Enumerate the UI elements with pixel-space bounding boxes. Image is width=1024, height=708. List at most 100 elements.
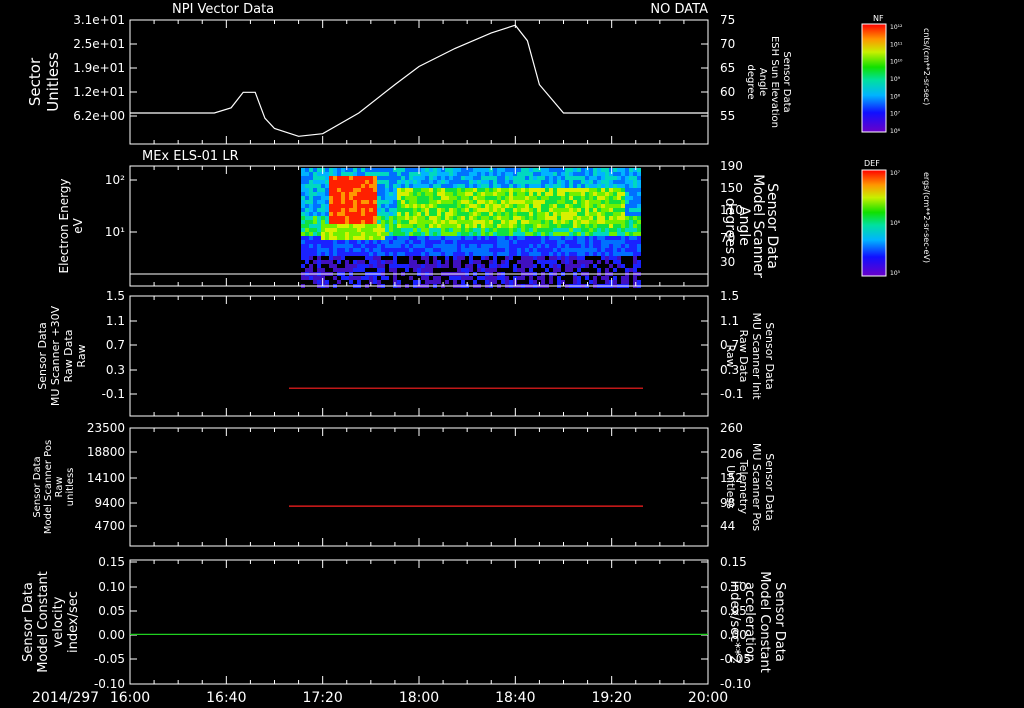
spectrogram-cell [381, 188, 385, 192]
spectrogram-cell [377, 244, 381, 248]
colorbar-gradient [861, 169, 887, 277]
spectrogram-cell [409, 192, 413, 196]
spectrogram-cell [329, 172, 333, 176]
x-tick-label: 16:00 [110, 690, 150, 706]
spectrogram-cell [473, 200, 477, 204]
spectrogram-cell [361, 248, 365, 252]
spectrogram-cell [525, 256, 529, 260]
spectrogram-cell [545, 268, 549, 272]
spectrogram-cell [581, 264, 585, 268]
spectrogram-cell [365, 204, 369, 208]
spectrogram-cell [481, 276, 485, 280]
spectrogram-cell [397, 232, 401, 236]
spectrogram-cell [405, 184, 409, 188]
spectrogram-cell [309, 228, 313, 232]
spectrogram-cell [549, 204, 553, 208]
spectrogram-cell [625, 180, 629, 184]
spectrogram-cell [573, 276, 577, 280]
spectrogram-cell [301, 200, 305, 204]
spectrogram-cell [309, 184, 313, 188]
spectrogram-cell [557, 252, 561, 256]
spectrogram-cell [589, 212, 593, 216]
y-ticks: 1.51.10.70.3-0.11.51.10.70.3-0.1 [102, 289, 743, 416]
spectrogram-cell [525, 176, 529, 180]
spectrogram-cell [405, 172, 409, 176]
spectrogram-cell [573, 232, 577, 236]
spectrogram-cell [353, 204, 357, 208]
spectrogram-cell [413, 208, 417, 212]
spectrogram-cell [385, 260, 389, 264]
colorbar-tick-label: 10⁷ [890, 111, 901, 118]
spectrogram-cell [509, 232, 513, 236]
spectrogram-cell [477, 260, 481, 264]
spectrogram-cell [525, 204, 529, 208]
y-tick-label: 0.10 [98, 580, 125, 594]
spectrogram-cell [577, 276, 581, 280]
spectrogram-cell [389, 220, 393, 224]
spectrogram-cell [397, 168, 401, 172]
spectrogram-cell [533, 236, 537, 240]
spectrogram-cell [321, 244, 325, 248]
spectrogram-cell [393, 220, 397, 224]
spectrogram-cell [345, 224, 349, 228]
spectrogram-cell [537, 252, 541, 256]
spectrogram-cell [365, 168, 369, 172]
spectrogram-cell [561, 184, 565, 188]
spectrogram-cell [357, 220, 361, 224]
spectrogram-cell [325, 172, 329, 176]
spectrogram-cell [317, 180, 321, 184]
spectrogram-cell [361, 220, 365, 224]
spectrogram-cell [545, 212, 549, 216]
spectrogram-cell [433, 176, 437, 180]
spectrogram-cell [545, 168, 549, 172]
spectrogram-cell [481, 248, 485, 252]
spectrogram-cell [385, 212, 389, 216]
spectrogram-cell [481, 184, 485, 188]
spectrogram-cell [389, 264, 393, 268]
spectrogram-cell [321, 252, 325, 256]
spectrogram-cell [509, 172, 513, 176]
spectrogram-cell [453, 192, 457, 196]
spectrogram-cell [565, 208, 569, 212]
spectrogram-cell [605, 172, 609, 176]
spectrogram-cell [341, 268, 345, 272]
spectrogram-cell [533, 280, 537, 284]
spectrogram-cell [509, 192, 513, 196]
spectrogram-cell [389, 260, 393, 264]
spectrogram-cell [577, 264, 581, 268]
spectrogram-cell [529, 200, 533, 204]
spectrogram-cell [529, 208, 533, 212]
spectrogram-cell [457, 252, 461, 256]
spectrogram-cell [457, 180, 461, 184]
spectrogram-cell [569, 220, 573, 224]
spectrogram-cell [437, 208, 441, 212]
spectrogram-cell [589, 168, 593, 172]
spectrogram-cell [493, 184, 497, 188]
spectrogram-cell [441, 244, 445, 248]
spectrogram-cell [429, 180, 433, 184]
panel-electron-energy: MEx ELS-01 LR Electron Energy eV Sensor … [57, 149, 780, 288]
spectrogram-cell [585, 248, 589, 252]
spectrogram-cell [441, 212, 445, 216]
spectrogram-cell [337, 176, 341, 180]
spectrogram-cell [573, 208, 577, 212]
spectrogram-cell [393, 276, 397, 280]
spectrogram-cell [305, 268, 309, 272]
spectrogram-cell [629, 204, 633, 208]
spectrogram-cell [485, 252, 489, 256]
spectrogram-cell [445, 264, 449, 268]
spectrogram-cell [325, 240, 329, 244]
spectrogram-cell [541, 176, 545, 180]
spectrogram-cell [309, 200, 313, 204]
spectrogram-cell [329, 176, 333, 180]
spectrogram-cell [621, 224, 625, 228]
spectrogram-cell [509, 248, 513, 252]
spectrogram-cell [313, 248, 317, 252]
spectrogram-cell [497, 276, 501, 280]
spectrogram-cell [497, 176, 501, 180]
spectrogram-cell [561, 228, 565, 232]
spectrogram-cell [613, 248, 617, 252]
spectrogram-cell [489, 212, 493, 216]
spectrogram-cell [441, 208, 445, 212]
spectrogram-cell [533, 216, 537, 220]
